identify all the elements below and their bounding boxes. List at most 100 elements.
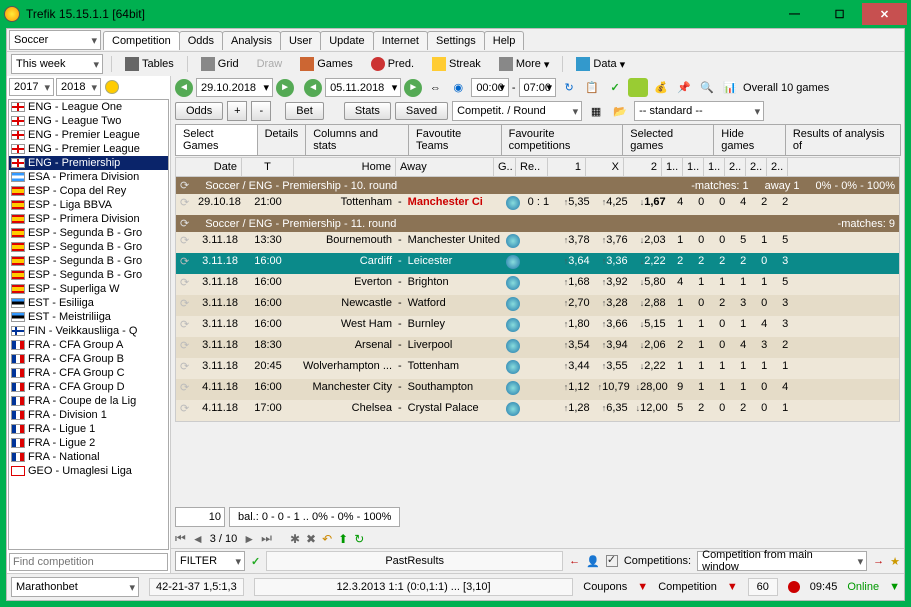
league-item[interactable]: FRA - CFA Group D — [9, 380, 168, 394]
saved-button[interactable]: Saved — [395, 102, 448, 120]
date-to[interactable]: 05.11.2018 — [325, 78, 401, 97]
data-button[interactable]: Data▾ — [571, 56, 630, 72]
chart-icon[interactable]: 📊 — [720, 78, 740, 97]
coupons-down-icon[interactable]: ▼ — [637, 581, 648, 593]
league-item[interactable]: FRA - Division 1 — [9, 408, 168, 422]
league-item[interactable]: FRA - CFA Group B — [9, 352, 168, 366]
league-item[interactable]: EST - Esiliiga — [9, 296, 168, 310]
league-item[interactable]: ENG - Premier League — [9, 128, 168, 142]
tab-help[interactable]: Help — [484, 31, 525, 50]
refresh-icon[interactable]: ↻ — [559, 78, 579, 97]
globe-icon[interactable] — [506, 339, 520, 353]
league-item[interactable]: ESP - Copa del Rey — [9, 184, 168, 198]
subtab-hide[interactable]: Hide games — [713, 124, 786, 156]
search-icon[interactable]: 🔍 — [697, 78, 717, 97]
game-row[interactable]: ⟳ 4.11.18 17:00 Chelsea- Crystal Palace … — [176, 400, 899, 421]
tab-settings[interactable]: Settings — [427, 31, 485, 50]
subtab-select-games[interactable]: Select Games — [175, 124, 258, 156]
globe-icon[interactable] — [506, 381, 520, 395]
date-from[interactable]: 29.10.2018 — [196, 78, 273, 97]
coins-icon[interactable]: 💰 — [651, 78, 671, 97]
date-to-prev[interactable]: ◄ — [304, 79, 322, 97]
league-item[interactable]: ESP - Liga BBVA — [9, 198, 168, 212]
year2-select[interactable]: 2018 — [56, 78, 101, 96]
game-row[interactable]: ⟳ 29.10.18 21:00 Tottenham- Manchester C… — [176, 194, 899, 215]
pager-reload[interactable]: ↻ — [354, 532, 364, 546]
league-item[interactable]: ESA - Primera Division — [9, 170, 168, 184]
game-row[interactable]: ⟳ 3.11.18 18:30 Arsenal- Liverpool ↑3,54… — [176, 337, 899, 358]
league-item[interactable]: ESP - Segunda B - Gro — [9, 254, 168, 268]
league-item[interactable]: ESP - Superliga W — [9, 282, 168, 296]
pager-export[interactable]: ⬆ — [338, 532, 348, 546]
subtab-selected[interactable]: Selected games — [622, 124, 714, 156]
league-item[interactable]: ESP - Primera Division — [9, 212, 168, 226]
game-row[interactable]: ⟳ 4.11.18 16:00 Manchester City- Southam… — [176, 379, 899, 400]
league-item[interactable]: ENG - Premier League — [9, 142, 168, 156]
stats-button[interactable]: Stats — [344, 102, 391, 120]
date-from-prev[interactable]: ◄ — [175, 79, 193, 97]
tab-analysis[interactable]: Analysis — [222, 31, 281, 50]
sport-select[interactable]: Soccer — [9, 30, 101, 50]
game-row[interactable]: ⟳ 3.11.18 16:00 Cardiff- Leicester ↑3,64… — [176, 253, 899, 274]
bet-button[interactable]: Bet — [285, 102, 324, 120]
competitions-check[interactable] — [606, 555, 618, 567]
time-icon[interactable]: ◉ — [448, 78, 468, 97]
game-row[interactable]: ⟳ 3.11.18 16:00 West Ham- Burnley ↑1,80 … — [176, 316, 899, 337]
league-item[interactable]: ESP - Segunda B - Gro — [9, 268, 168, 282]
league-item[interactable]: FRA - National — [9, 450, 168, 464]
league-item[interactable]: FRA - Ligue 1 — [9, 422, 168, 436]
apply-icon[interactable]: ✓ — [605, 78, 625, 97]
star-icon[interactable]: ★ — [890, 555, 900, 568]
streak-button[interactable]: Streak — [427, 56, 486, 72]
date-from-next[interactable]: ► — [276, 79, 294, 97]
filter-right[interactable]: → — [873, 555, 884, 567]
grid-icon[interactable]: ▦ — [586, 102, 606, 121]
pager-last[interactable]: ⏭ — [261, 531, 272, 546]
pager-clear[interactable]: ✖ — [306, 532, 316, 546]
league-item[interactable]: FIN - Veikkausliiga - Q — [9, 324, 168, 338]
filter-select[interactable]: FILTER — [175, 551, 245, 571]
online-down-icon[interactable]: ▼ — [889, 581, 900, 593]
competition-down-icon[interactable]: ▼ — [727, 581, 738, 593]
game-row[interactable]: ⟳ 3.11.18 16:00 Everton- Brighton ↑1,68 … — [176, 274, 899, 295]
globe-icon[interactable] — [506, 318, 520, 332]
time-from[interactable]: 00:00 — [471, 78, 509, 97]
pager-first[interactable]: ⏮ — [175, 531, 186, 546]
league-item[interactable]: FRA - CFA Group A — [9, 338, 168, 352]
globe-icon[interactable] — [506, 402, 520, 416]
pager-star[interactable]: ✱ — [290, 532, 300, 546]
pager-undo[interactable]: ↶ — [322, 532, 332, 546]
globe-icon[interactable] — [506, 196, 520, 210]
league-item[interactable]: FRA - CFA Group C — [9, 366, 168, 380]
league-item[interactable]: EST - Meistriliiga — [9, 310, 168, 324]
draw-button[interactable]: Draw — [252, 57, 288, 71]
tables-button[interactable]: Tables — [120, 56, 179, 72]
league-item[interactable]: ESP - Segunda B - Gro — [9, 226, 168, 240]
competition-scope-select[interactable]: Competition from main window — [697, 551, 867, 571]
game-row[interactable]: ⟳ 3.11.18 13:30 Bournemouth- Manchester … — [176, 232, 899, 253]
subtab-columns[interactable]: Columns and stats — [305, 124, 409, 156]
subtab-fav-comp[interactable]: Favourite competitions — [501, 124, 624, 156]
globe-icon[interactable] — [506, 360, 520, 374]
bookmaker-select[interactable]: Marathonbet — [11, 577, 139, 597]
game-row[interactable]: ⟳ 3.11.18 16:00 Newcastle- Watford ↑2,70… — [176, 295, 899, 316]
filter-left[interactable]: ← — [569, 555, 580, 567]
globe-icon[interactable] — [506, 255, 520, 269]
subtab-results[interactable]: Results of analysis of — [785, 124, 901, 156]
league-item[interactable]: FRA - Ligue 2 — [9, 436, 168, 450]
tab-competition[interactable]: Competition — [103, 31, 180, 50]
maximize-button[interactable]: ☐ — [817, 3, 862, 25]
pager-prev[interactable]: ◄ — [192, 532, 204, 546]
globe-icon[interactable] — [506, 234, 520, 248]
sun-icon[interactable] — [105, 80, 119, 94]
grid-button[interactable]: Grid — [196, 56, 244, 72]
group-header[interactable]: ⟳ Soccer / ENG - Premiership - 11. round… — [176, 215, 899, 232]
find-competition-input[interactable] — [9, 553, 168, 571]
tab-odds[interactable]: Odds — [179, 31, 223, 50]
subtab-fav-teams[interactable]: Favoutite Teams — [408, 124, 502, 156]
time-to[interactable]: 07:00 — [519, 78, 557, 97]
tab-update[interactable]: Update — [320, 31, 373, 50]
league-list[interactable]: ENG - League OneENG - League TwoENG - Pr… — [8, 99, 169, 550]
league-item[interactable]: GEO - Umaglesi Liga — [9, 464, 168, 478]
more-button[interactable]: More▾ — [494, 56, 555, 72]
